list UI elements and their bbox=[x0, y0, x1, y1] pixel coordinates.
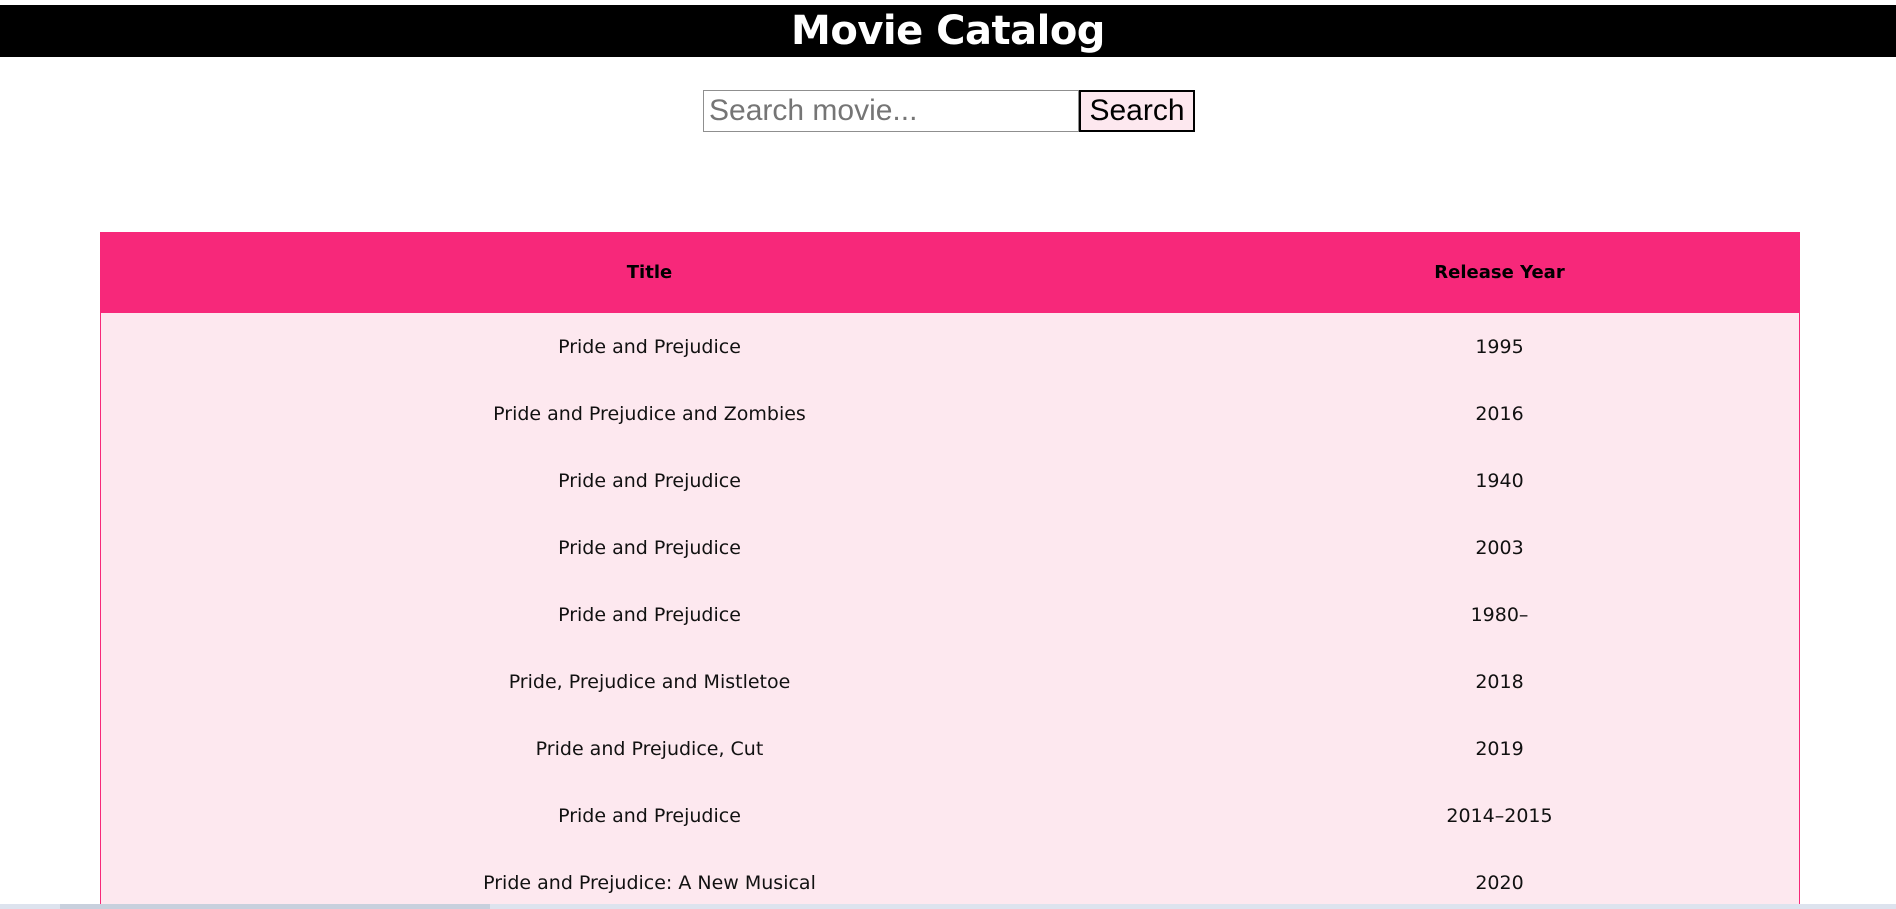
movie-title-cell: Pride and Prejudice, Cut bbox=[535, 737, 764, 760]
scrollbar-thumb[interactable] bbox=[60, 904, 490, 909]
movie-title-cell: Pride, Prejudice and Mistletoe bbox=[508, 670, 791, 693]
table-row: Pride and Prejudice 1980– bbox=[101, 581, 1799, 648]
movie-title-cell: Pride and Prejudice bbox=[558, 335, 741, 358]
movie-title-cell: Pride and Prejudice bbox=[558, 603, 741, 626]
table-row: Pride and Prejudice 1995 bbox=[101, 313, 1799, 380]
movie-title-cell: Pride and Prejudice bbox=[558, 536, 741, 559]
table-row: Pride and Prejudice, Cut 2019 bbox=[101, 715, 1799, 782]
release-year-cell: 2020 bbox=[1475, 871, 1524, 894]
movie-title-cell: Pride and Prejudice and Zombies bbox=[493, 402, 806, 425]
release-year-cell: 2019 bbox=[1475, 737, 1524, 760]
table-row: Pride and Prejudice 2014–2015 bbox=[101, 782, 1799, 849]
table-row: Pride and Prejudice and Zombies 2016 bbox=[101, 380, 1799, 447]
table-row: Pride, Prejudice and Mistletoe 2018 bbox=[101, 648, 1799, 715]
page-title: Movie Catalog bbox=[791, 8, 1105, 54]
search-form: Search bbox=[703, 90, 1195, 132]
release-year-cell: 1940 bbox=[1475, 469, 1524, 492]
table-header-row: Title Release Year bbox=[101, 232, 1799, 313]
search-button[interactable]: Search bbox=[1079, 90, 1195, 132]
column-header-release-year: Release Year bbox=[1198, 232, 1799, 313]
movie-title-cell: Pride and Prejudice: A New Musical bbox=[483, 871, 816, 894]
horizontal-scrollbar[interactable] bbox=[0, 904, 1896, 909]
movie-title-cell: Pride and Prejudice bbox=[558, 469, 741, 492]
movie-table: Title Release Year Pride and Prejudice 1… bbox=[101, 232, 1799, 909]
movie-table-container: Title Release Year Pride and Prejudice 1… bbox=[100, 232, 1800, 909]
table-row: Pride and Prejudice: A New Musical 2020 bbox=[101, 849, 1799, 909]
column-header-title: Title bbox=[101, 232, 1198, 313]
release-year-cell: 2014–2015 bbox=[1446, 804, 1553, 827]
release-year-cell: 2016 bbox=[1475, 402, 1524, 425]
search-input[interactable] bbox=[703, 90, 1079, 132]
table-row: Pride and Prejudice 1940 bbox=[101, 447, 1799, 514]
page: Movie Catalog Search Title Release Year … bbox=[0, 0, 1896, 909]
table-row: Pride and Prejudice 2003 bbox=[101, 514, 1799, 581]
release-year-cell: 1995 bbox=[1475, 335, 1524, 358]
movie-title-cell: Pride and Prejudice bbox=[558, 804, 741, 827]
release-year-cell: 2018 bbox=[1475, 670, 1524, 693]
title-bar: Movie Catalog bbox=[0, 5, 1896, 57]
release-year-cell: 1980– bbox=[1470, 603, 1529, 626]
release-year-cell: 2003 bbox=[1475, 536, 1524, 559]
